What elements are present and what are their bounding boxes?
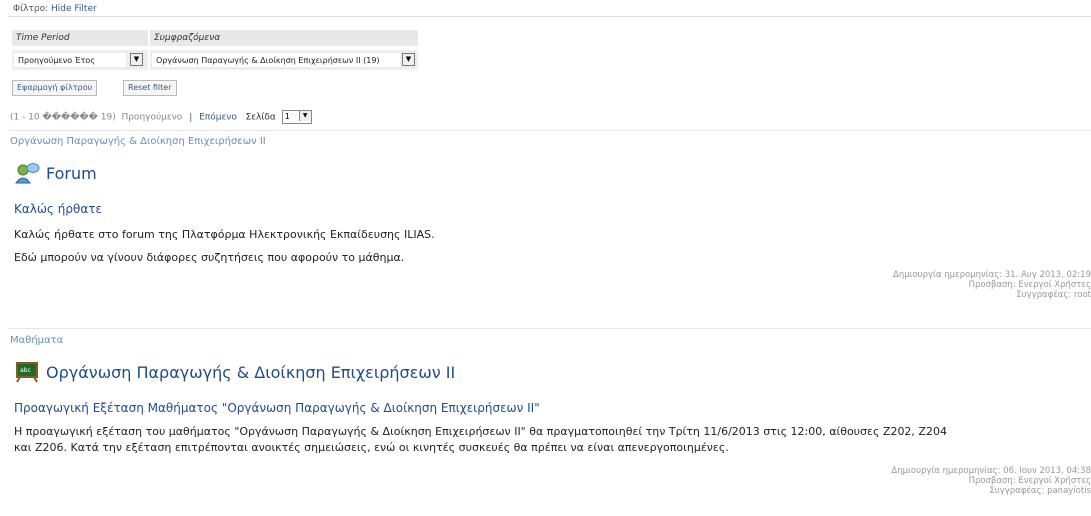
meta-access: Προσβαση: Ενεργοί Χρήστες: [968, 280, 1091, 290]
time-period-cell: Προηγούμενο Έτος: [12, 50, 148, 70]
time-period-header: Time Period: [12, 30, 148, 46]
reset-filter-button[interactable]: Reset filter: [123, 80, 177, 96]
meta-access: Προσβαση: Ενεργοί Χρήστες: [968, 476, 1091, 486]
course-title-text[interactable]: Οργάνωση Παραγωγής & Διοίκηση Επιχειρήσε…: [46, 363, 455, 382]
hide-filter-link[interactable]: Hide Filter: [51, 4, 97, 14]
time-period-dropdown-icon[interactable]: ▼: [130, 53, 143, 66]
context-select[interactable]: Οργάνωση Παραγωγής & Διοίκηση Επιχειρήσε…: [152, 53, 400, 67]
apply-filter-button[interactable]: Εφαρμογή φίλτρου: [12, 80, 98, 96]
result-range: (1 - 10 ������ 19): [10, 112, 116, 123]
item-category[interactable]: Οργάνωση Παραγωγής & Διοίκηση Επιχειρήσε…: [10, 136, 266, 147]
pagination: (1 - 10 ������ 19) Προηγούμενο | Επόμενο…: [10, 110, 312, 124]
context-cell: Οργάνωση Παραγωγής & Διοίκηση Επιχειρήσε…: [150, 50, 418, 70]
item-meta: Δημιουργία ημερομηνίας: 31. Αυγ 2013, 02…: [893, 270, 1091, 300]
course-post-text: Η προαγωγική εξέταση του μαθήματος "Οργά…: [14, 424, 947, 456]
meta-author: Συγγραφέας: panayiotis: [989, 486, 1091, 496]
item-meta: Δημιουργία ημερομηνίας: 06. Ιουν 2013, 0…: [891, 466, 1091, 496]
meta-created: Δημιουργία ημερομηνίας: 06. Ιουν 2013, 0…: [891, 466, 1091, 476]
forum-post-text: Καλώς ήρθατε στο forum της Πλατφόρμα Ηλε…: [14, 226, 435, 266]
object-title-course[interactable]: abc Οργάνωση Παραγωγής & Διοίκηση Επιχει…: [14, 361, 455, 383]
page-select[interactable]: 1 ▼: [281, 110, 312, 124]
filter-legend-label: Φίλτρο:: [13, 4, 49, 14]
text-line: και Z206. Κατά την εξέταση επιτρέπονται …: [14, 441, 729, 454]
forum-post-title[interactable]: Καλώς ήρθατε: [14, 202, 102, 216]
page-dropdown-icon[interactable]: ▼: [298, 111, 311, 121]
filter-legend: Φίλτρο: Hide Filter: [10, 4, 100, 14]
meta-created: Δημιουργία ημερομηνίας: 31. Αυγ 2013, 02…: [893, 270, 1091, 280]
meta-author: Συγγραφέας: root: [1016, 290, 1091, 300]
item-category[interactable]: Μαθήματα: [10, 335, 63, 346]
forum-title-text[interactable]: Forum: [46, 164, 97, 183]
course-post-title[interactable]: Προαγωγική Εξέταση Μαθήματος "Οργάνωση Π…: [14, 401, 540, 415]
pagination-divider: |: [189, 112, 193, 123]
page-label: Σελίδα: [245, 112, 276, 123]
object-title-forum[interactable]: Forum: [14, 162, 97, 184]
previous-link: Προηγούμενο: [121, 112, 183, 123]
svg-text:abc: abc: [20, 367, 31, 374]
divider: [8, 328, 1091, 329]
course-icon: abc: [16, 362, 38, 383]
page-select-value: 1: [284, 112, 290, 121]
forum-icon: [15, 163, 40, 184]
divider: [8, 130, 1091, 131]
text-line: Εδώ μπορούν να γίνουν διάφορες συζητήσει…: [14, 251, 405, 264]
context-dropdown-icon[interactable]: ▼: [402, 53, 415, 66]
context-header: Συμφραζόμενα: [150, 30, 418, 46]
text-line: Καλώς ήρθατε στο forum της Πλατφόρμα Ηλε…: [14, 228, 435, 241]
next-link[interactable]: Επόμενο: [199, 113, 237, 123]
time-period-select[interactable]: Προηγούμενο Έτος: [14, 53, 126, 67]
text-line: Η προαγωγική εξέταση του μαθήματος "Οργά…: [14, 425, 947, 438]
